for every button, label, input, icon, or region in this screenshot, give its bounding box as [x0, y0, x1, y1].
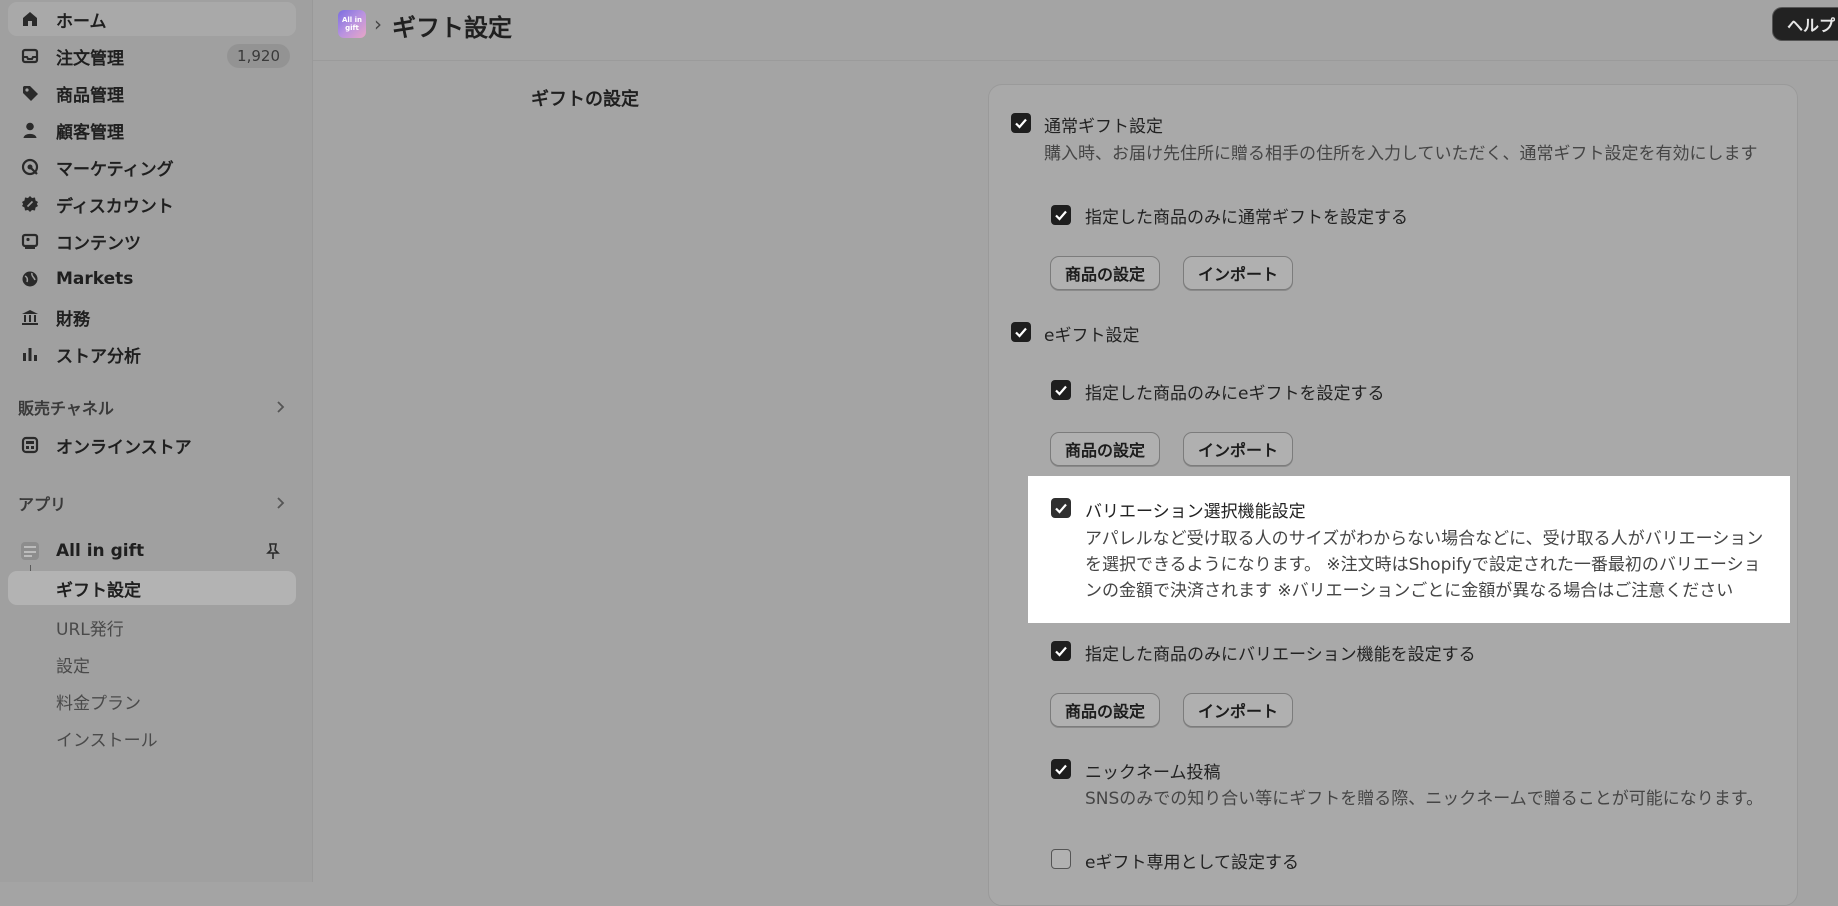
egift-checkbox[interactable]: [1011, 322, 1031, 342]
normal-gift-checkbox[interactable]: [1011, 113, 1031, 133]
orders-count-badge: 1,920: [227, 44, 290, 68]
nickname-checkbox[interactable]: [1051, 759, 1071, 779]
sales-channels-title: 販売チャネル: [18, 399, 114, 418]
normal-gift-label: 通常ギフト設定: [1044, 117, 1163, 137]
sidebar-item-products[interactable]: 商品管理: [8, 76, 296, 110]
variation-product-settings-button[interactable]: 商品の設定: [1050, 693, 1161, 727]
globe-icon: [20, 269, 40, 289]
egift-only-checkbox[interactable]: [1051, 849, 1071, 869]
sales-channels-header[interactable]: 販売チャネル: [18, 393, 296, 421]
variation-limit-label: 指定した商品のみにバリエーション機能を設定する: [1085, 645, 1476, 665]
person-icon: [20, 120, 40, 140]
sidebar-item-label: 注文管理: [56, 48, 124, 69]
sidebar-item-home[interactable]: ホーム: [8, 2, 296, 36]
apps-title: アプリ: [18, 495, 67, 514]
variation-description-line-2: を選択できるようになります。 ※注文時はShopifyで設定された一番最初のバリ…: [1085, 555, 1761, 575]
page-title: ギフト設定: [392, 14, 512, 42]
nickname-label: ニックネーム投稿: [1085, 763, 1221, 783]
content-icon: [20, 231, 40, 251]
variation-import-button[interactable]: インポート: [1183, 693, 1294, 727]
header-divider: [313, 60, 1838, 61]
sidebar-item-analytics[interactable]: ストア分析: [8, 337, 296, 371]
sidebar-item-label: オンラインストア: [56, 437, 192, 458]
bank-icon: [20, 307, 40, 327]
tag-icon: [20, 83, 40, 103]
normal-gift-limit-label: 指定した商品のみに通常ギフトを設定する: [1085, 208, 1408, 228]
nickname-description: SNSのみでの知り合い等にギフトを贈る際、ニックネームで贈ることが可能になります…: [1085, 789, 1764, 809]
store-icon: [20, 435, 40, 455]
sidebar-subitem-label: ギフト設定: [56, 580, 141, 601]
egift-import-button[interactable]: インポート: [1183, 432, 1294, 466]
sidebar-subitem-settings[interactable]: 設定: [56, 652, 90, 677]
sidebar-item-discounts[interactable]: ディスカウント: [8, 187, 296, 221]
sidebar-item-customers[interactable]: 顧客管理: [8, 113, 296, 147]
sidebar-subitem-plan[interactable]: 料金プラン: [56, 689, 141, 714]
sidebar-item-label: All in gift: [56, 541, 145, 561]
breadcrumb-separator: ›: [374, 12, 382, 36]
variation-description-line-1: アパレルなど受け取る人のサイズがわからない場合などに、受け取る人がバリエーション: [1085, 529, 1764, 549]
app-icon: [20, 541, 40, 561]
sidebar-item-label: 顧客管理: [56, 122, 124, 143]
normal-gift-limit-checkbox[interactable]: [1051, 205, 1071, 225]
sidebar-item-label: 商品管理: [56, 85, 124, 106]
sidebar-item-label: マーケティング: [56, 159, 174, 180]
normal-gift-description: 購入時、お届け先住所に贈る相手の住所を入力していただく、通常ギフト設定を有効にし…: [1044, 144, 1758, 164]
sidebar-item-label: ホーム: [56, 11, 107, 32]
sidebar-item-label: ストア分析: [56, 346, 141, 367]
variation-checkbox[interactable]: [1051, 498, 1071, 518]
sidebar: ホーム 注文管理 1,920 商品管理 顧客管理 マーケティング ディスカウント…: [0, 0, 313, 882]
chevron-right-icon: [277, 497, 285, 509]
sidebar-item-label: ディスカウント: [56, 196, 174, 217]
variation-label: バリエーション選択機能設定: [1085, 502, 1306, 522]
app-logo: All in gift: [338, 10, 366, 38]
variation-limit-checkbox[interactable]: [1051, 641, 1071, 661]
pin-icon[interactable]: [264, 542, 282, 560]
egift-limit-checkbox[interactable]: [1051, 380, 1071, 400]
normal-product-settings-button[interactable]: 商品の設定: [1050, 256, 1161, 290]
discount-icon: [20, 194, 40, 214]
egift-limit-label: 指定した商品のみにeギフトを設定する: [1085, 384, 1385, 404]
target-icon: [20, 157, 40, 177]
sidebar-item-online-store[interactable]: オンラインストア: [8, 428, 296, 462]
sidebar-item-marketing[interactable]: マーケティング: [8, 150, 296, 184]
sidebar-item-app-all-in-gift[interactable]: All in gift: [8, 534, 296, 568]
variation-description-line-3: ンの金額で決済されます ※バリエーションごとに金額が異なる場合はご注意ください: [1085, 581, 1734, 601]
section-title: ギフトの設定: [531, 89, 639, 110]
sidebar-item-orders[interactable]: 注文管理 1,920: [8, 39, 296, 73]
help-button[interactable]: ヘルプ: [1772, 7, 1838, 41]
inbox-icon: [20, 46, 40, 66]
apps-header[interactable]: アプリ: [18, 489, 296, 517]
egift-label: eギフト設定: [1044, 326, 1140, 346]
sidebar-item-label: コンテンツ: [56, 233, 141, 254]
chevron-right-icon: [277, 401, 285, 413]
egift-only-label: eギフト専用として設定する: [1085, 853, 1299, 873]
sidebar-item-content[interactable]: コンテンツ: [8, 224, 296, 258]
sidebar-subitem-url[interactable]: URL発行: [56, 615, 124, 640]
sidebar-item-label: Markets: [56, 269, 134, 289]
normal-import-button[interactable]: インポート: [1183, 256, 1294, 290]
sidebar-item-label: 財務: [56, 309, 90, 330]
sidebar-item-finance[interactable]: 財務: [8, 300, 296, 334]
egift-product-settings-button[interactable]: 商品の設定: [1050, 432, 1161, 466]
sidebar-subitem-gift-settings[interactable]: ギフト設定: [8, 571, 296, 605]
sidebar-subitem-install[interactable]: インストール: [56, 726, 158, 751]
home-icon: [20, 9, 40, 29]
sidebar-item-markets[interactable]: Markets: [8, 262, 296, 296]
bar-chart-icon: [20, 344, 40, 364]
